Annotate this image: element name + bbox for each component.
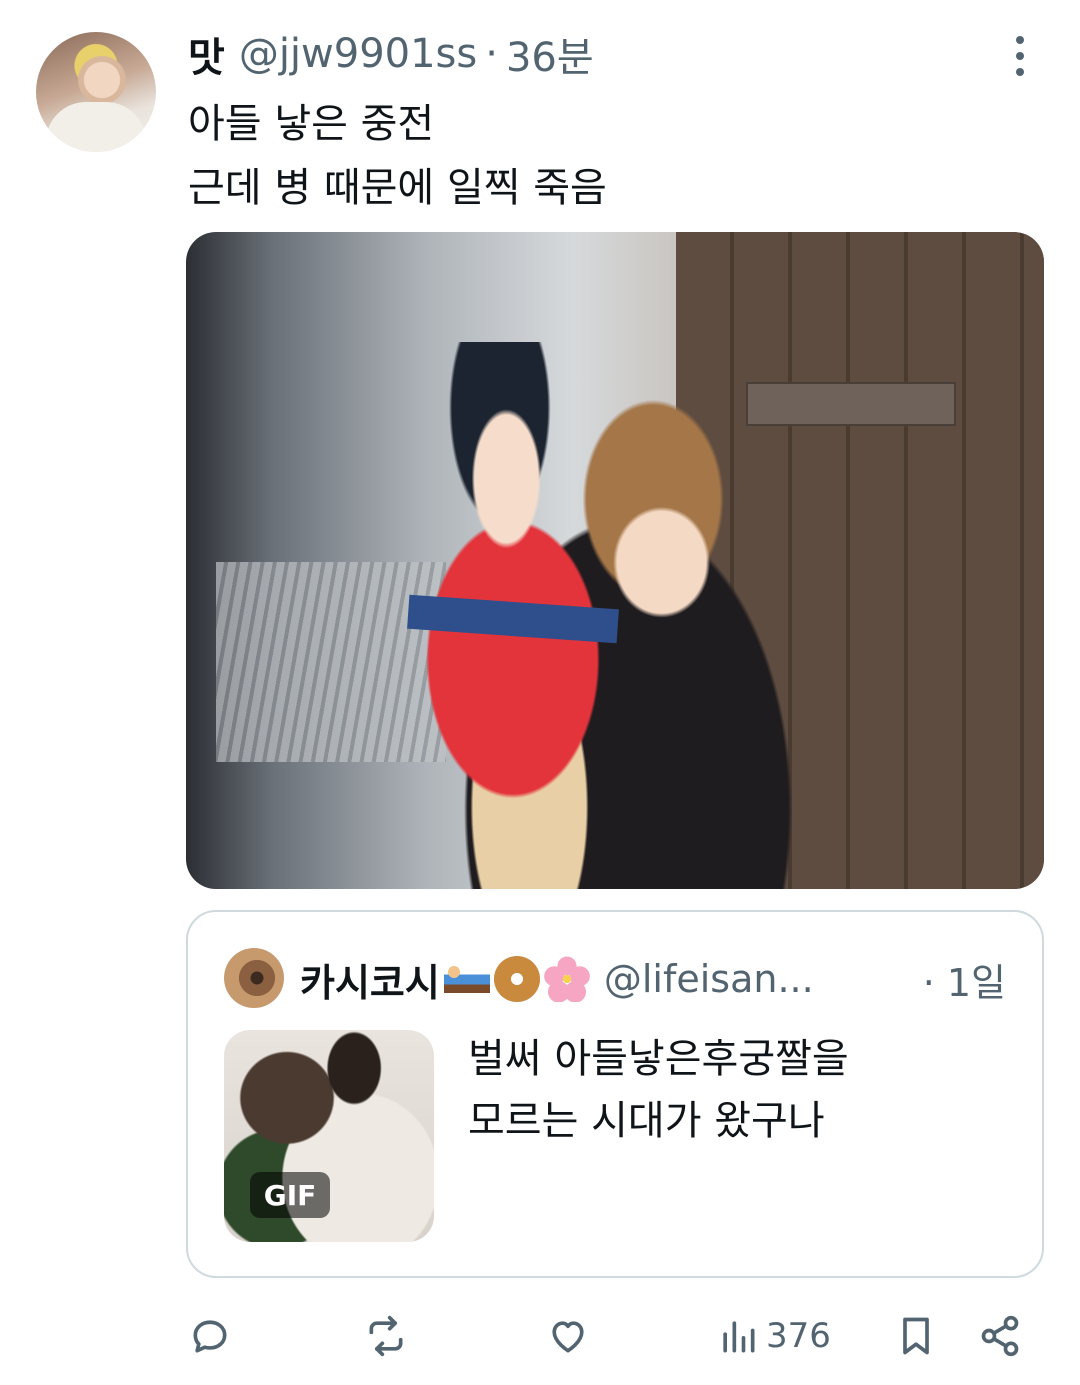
cherry-blossom-emoji-icon xyxy=(543,956,590,1002)
quoted-author-handle: @lifeisan... xyxy=(603,957,814,1001)
avatar-image-detail xyxy=(46,102,146,152)
reply-icon[interactable] xyxy=(188,1312,232,1360)
quoted-text-line: 벌써 아들낳은후궁짤을 xyxy=(468,1036,849,1082)
retweet-icon[interactable] xyxy=(364,1312,408,1360)
tweet-text: 아들 낳은 중전 근데 병 때문에 일찍 죽음 xyxy=(188,92,607,220)
tweet-text-line: 근데 병 때문에 일찍 죽음 xyxy=(188,165,607,211)
quoted-tweet-header: 카시코시 @lifeisan... xyxy=(300,950,814,1008)
quoted-tweet-time: · 1일 xyxy=(922,961,1006,1005)
views-button[interactable]: 376 xyxy=(716,1312,831,1360)
heart-icon[interactable] xyxy=(546,1312,590,1360)
quoted-gif-thumbnail[interactable]: GIF xyxy=(224,1030,434,1242)
quoted-author-name: 카시코시 xyxy=(300,960,440,1005)
tweet-photo[interactable] xyxy=(186,232,1044,889)
more-options-icon[interactable] xyxy=(1008,36,1032,76)
donut-emoji-icon xyxy=(493,956,540,1002)
author-avatar[interactable] xyxy=(36,32,156,152)
quoted-text-line: 모르는 시대가 왔구나 xyxy=(468,1098,825,1144)
tweet-time[interactable]: 36분 xyxy=(506,25,594,83)
bookmark-icon[interactable] xyxy=(894,1312,938,1360)
author-name[interactable]: 맛 xyxy=(188,25,225,83)
tweet-header: 맛 @jjw9901ss · 36분 xyxy=(188,25,594,83)
share-icon[interactable] xyxy=(978,1312,1022,1360)
views-count: 376 xyxy=(766,1316,831,1356)
gif-badge: GIF xyxy=(250,1172,330,1218)
separator-dot: · xyxy=(485,31,498,77)
author-handle[interactable]: @jjw9901ss xyxy=(239,31,477,77)
quoted-author-avatar xyxy=(224,948,284,1008)
tweet-action-bar: 376 xyxy=(0,1300,1080,1370)
quoted-tweet[interactable]: 카시코시 @lifeisan... · 1일 GIF 벌써 아들낳은후궁짤을 모… xyxy=(186,910,1044,1278)
quoted-tweet-text: 벌써 아들낳은후궁짤을 모르는 시대가 왔구나 xyxy=(468,1028,849,1152)
bed-emoji-icon xyxy=(443,956,490,1002)
tweet-text-line: 아들 낳은 중전 xyxy=(188,101,435,147)
views-icon xyxy=(723,1321,755,1353)
